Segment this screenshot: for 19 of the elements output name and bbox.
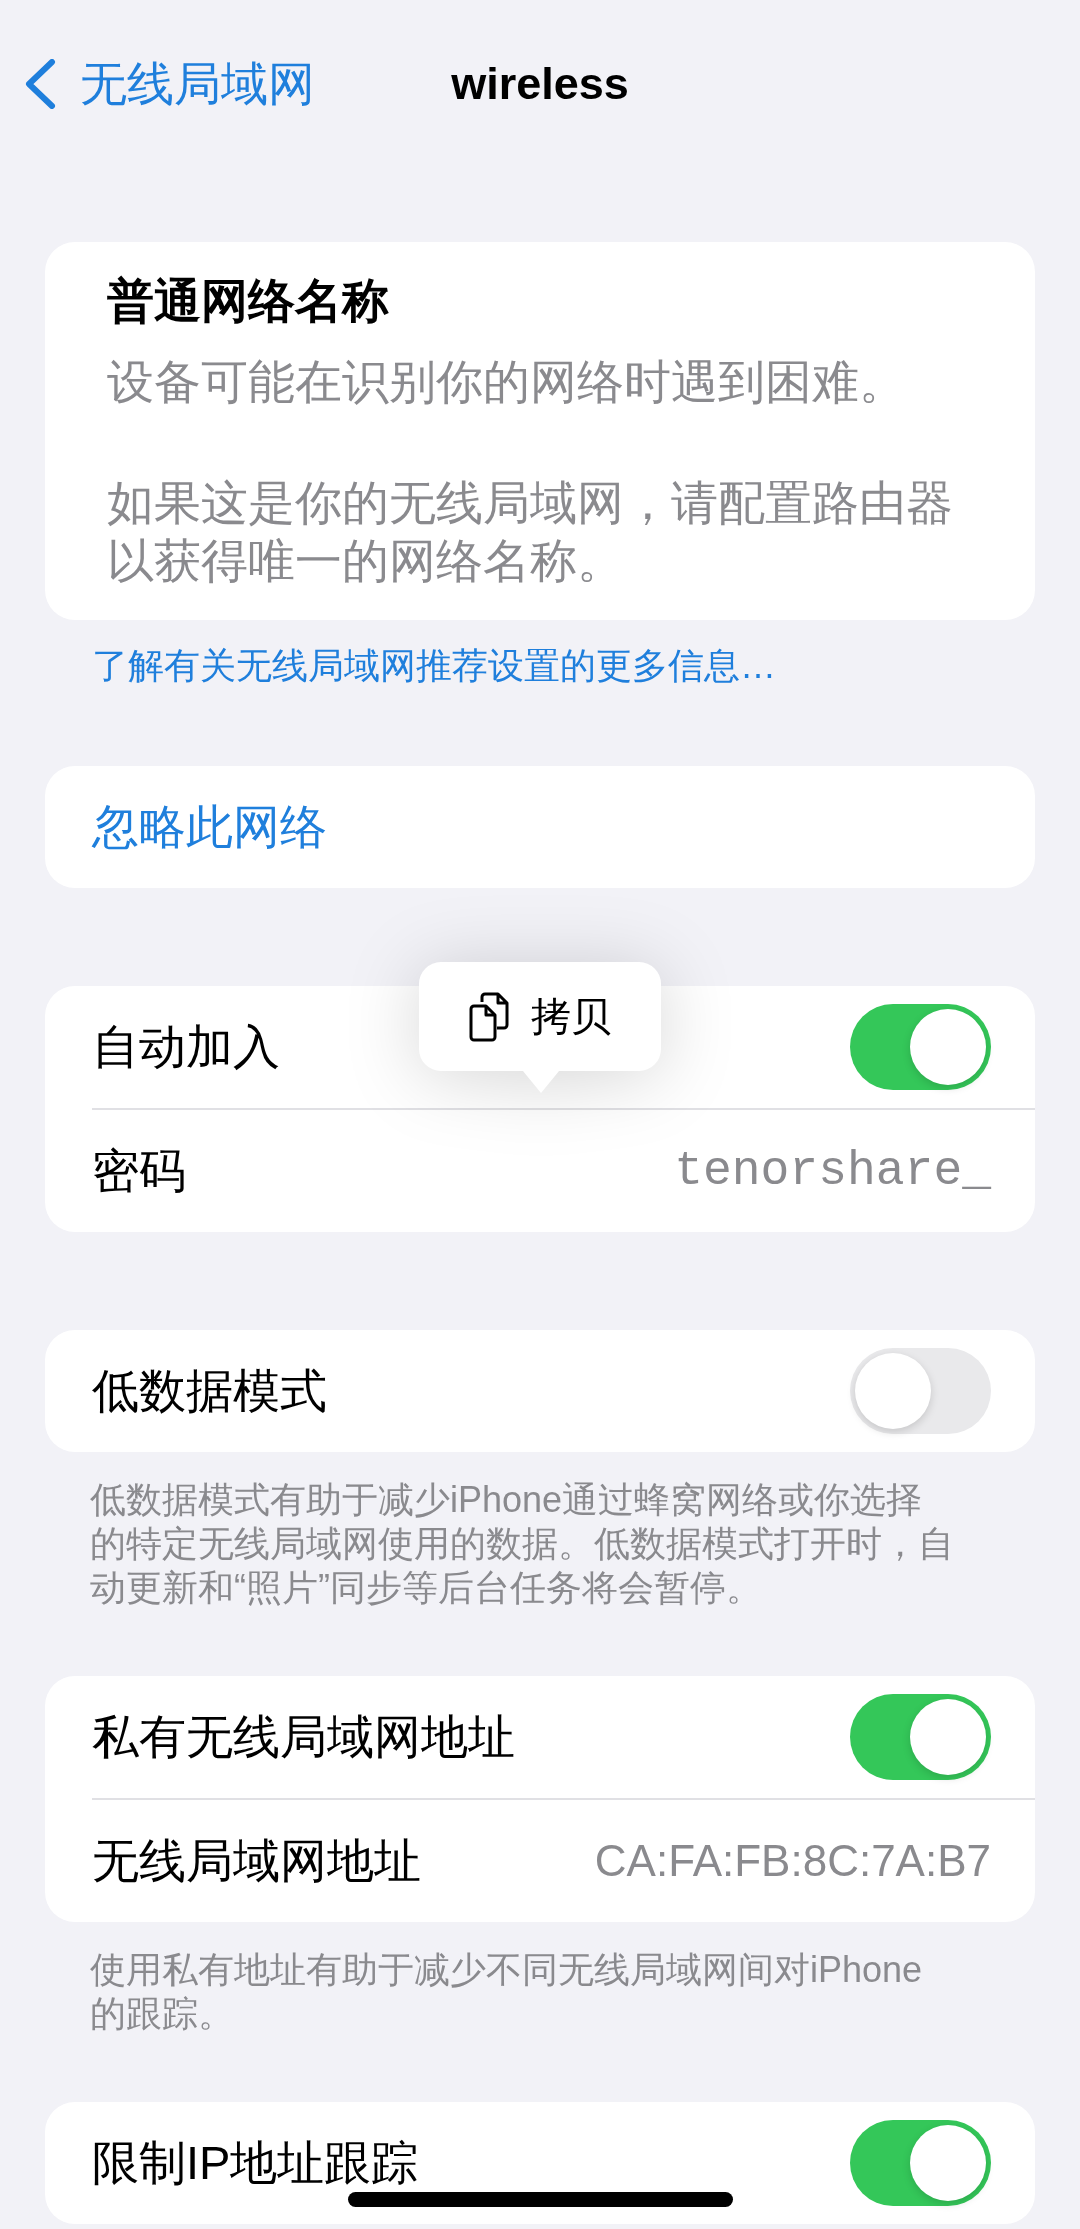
card-text: 如果这是你的无线局域网，请配置路由器以获得唯一的网络名称。 [107, 475, 954, 589]
row-label: 自动加入 [92, 1019, 280, 1075]
chevron-icon [24, 59, 58, 109]
card-text: 设备可能在识别你的网络时遇到困难。 [107, 354, 907, 410]
row-label: 私有无线局域网地址 [92, 1709, 515, 1765]
row-label: 密码 [92, 1143, 186, 1199]
footer-note: 低数据模式有助于减少iPhone通过蜂窝网络或你选择的特定无线局域网使用的数据。低数据模式打开时，自动更新和“照片”同步等后台任务将会暂停。 [90, 1478, 955, 1610]
card-title: 普通网络名称 [107, 273, 390, 329]
row-label: 无线局域网地址 [92, 1833, 421, 1889]
learn-more-link[interactable]: 了解有关无线局域网推荐设置的更多信息… [92, 643, 776, 688]
copy-icon [468, 991, 510, 1042]
password-value: tenorshare_ [674, 1143, 991, 1200]
nav-title: wireless [451, 58, 629, 110]
row-label: 低数据模式 [92, 1363, 327, 1419]
action-row[interactable]: 忽略此网络 [45, 766, 1035, 888]
footer-note: 使用私有地址有助于减少不同无线局域网间对iPhone的跟踪。 [90, 1948, 924, 2036]
back-button[interactable]: 无线局域网 [24, 55, 315, 113]
row-value: CA:FA:FB:8C:7A:B7 [594, 1835, 991, 1887]
row-label: 限制IP地址跟踪 [92, 2135, 419, 2191]
